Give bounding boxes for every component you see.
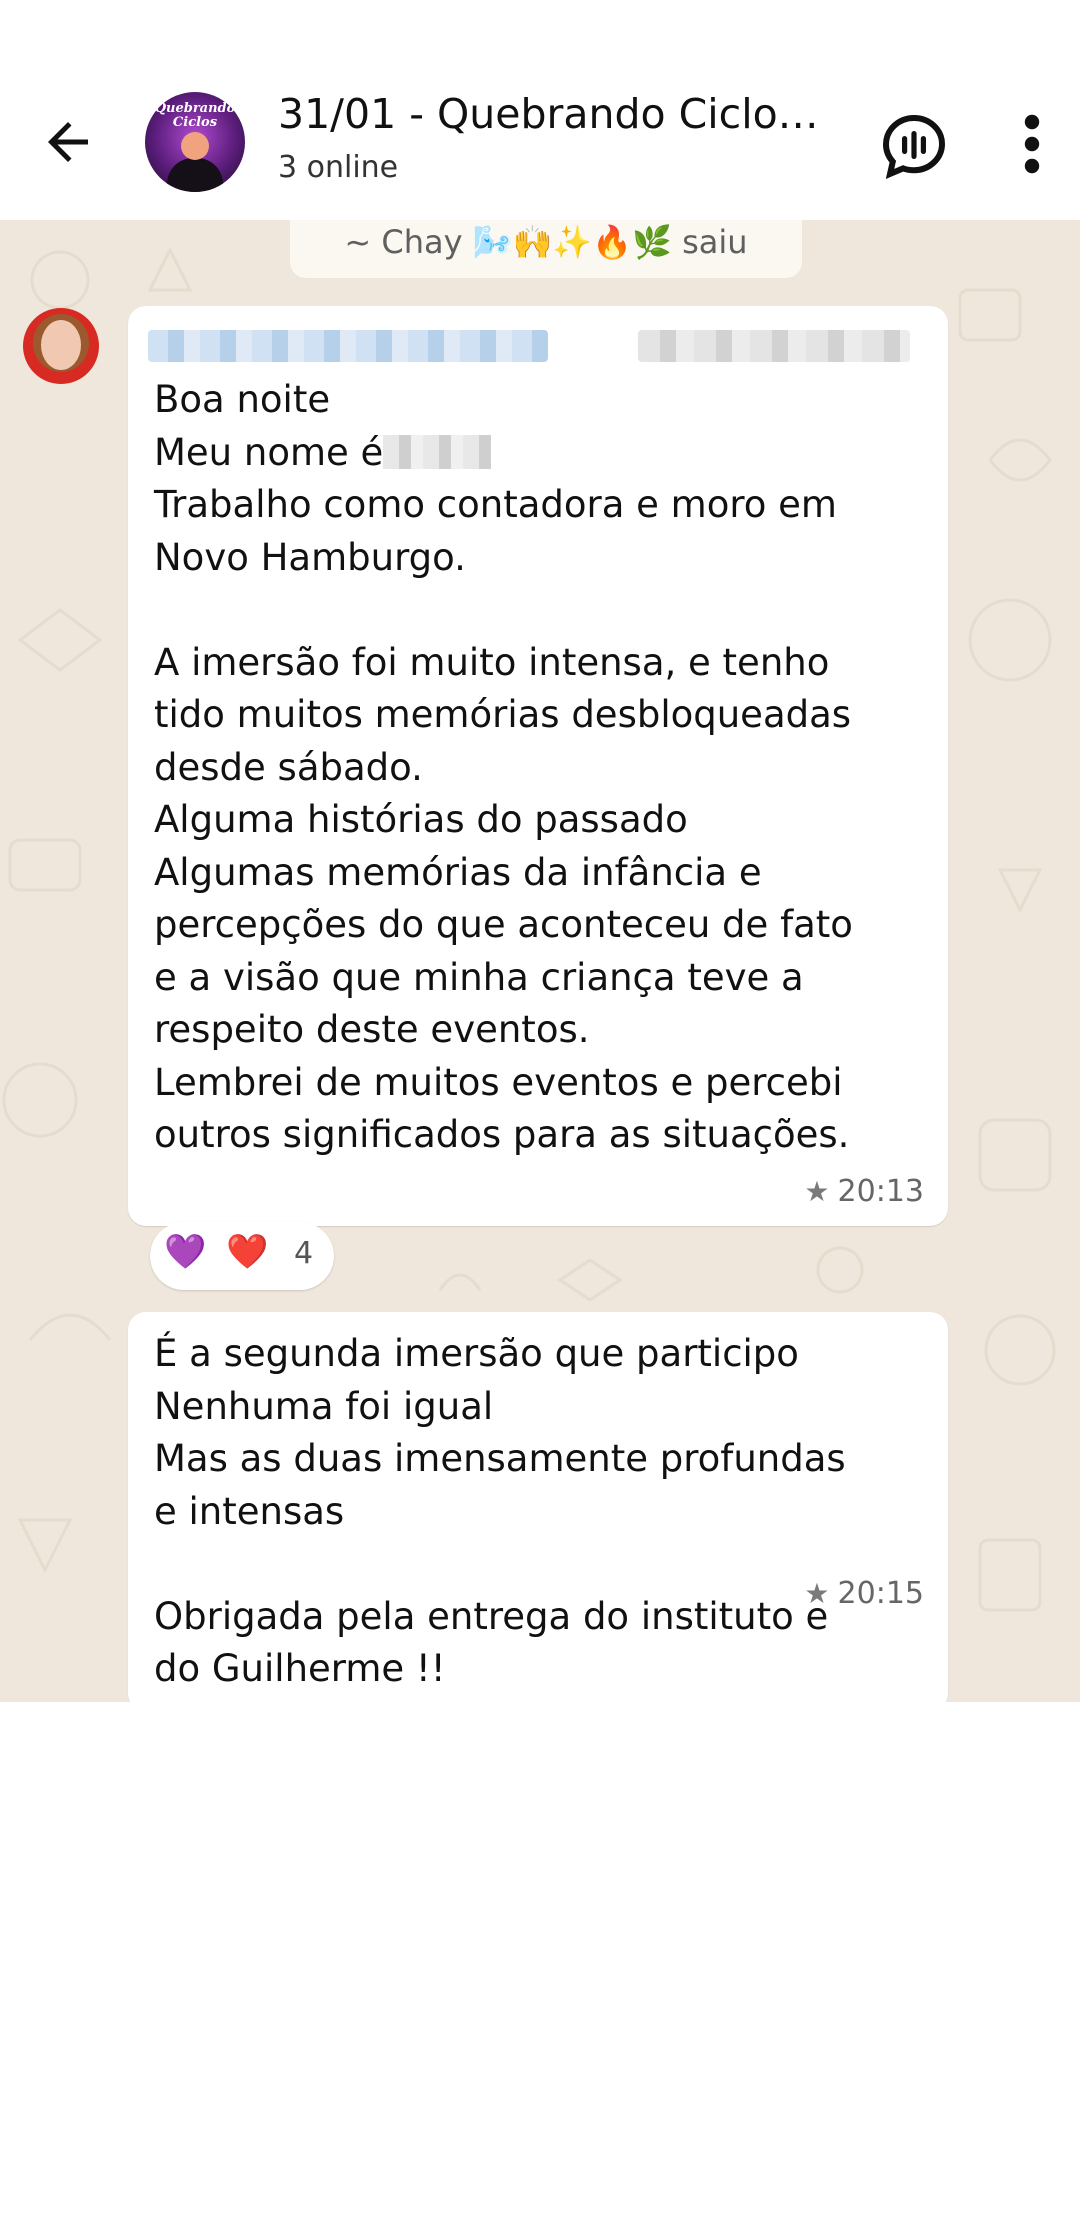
red-heart-emoji: ❤️ (226, 1232, 269, 1272)
message-text: Boa noite Meu nome é Trabalho como conta… (154, 374, 853, 1162)
chat-status: 3 online (278, 150, 399, 185)
more-vertical-icon[interactable] (1012, 112, 1052, 176)
chat-header: Quebrando Ciclos 31/01 - Quebrando Ciclo… (0, 0, 1080, 220)
message-time: 20:13 (837, 1174, 924, 1209)
sender-name-redacted (148, 330, 548, 362)
chat-title[interactable]: 31/01 - Quebrando Ciclo… (278, 90, 838, 138)
message-body: Trabalho como contadora e moro em Novo H… (154, 483, 853, 1156)
message-bubble[interactable]: É a segunda imersão que participo Nenhum… (128, 1312, 948, 1702)
reaction-count: 4 (294, 1236, 314, 1271)
message-name-line: Meu nome é (154, 430, 384, 474)
message-reactions[interactable]: 💜 ❤️ 4 (150, 1222, 334, 1290)
redacted-name (383, 434, 492, 469)
message-text: É a segunda imersão que participo Nenhum… (154, 1332, 846, 1690)
arrow-left-icon[interactable] (38, 112, 98, 172)
group-avatar[interactable]: Quebrando Ciclos (145, 92, 245, 192)
star-icon: ★ (804, 1577, 830, 1610)
message-meta: ★ 20:15 (804, 1576, 924, 1611)
system-message: ~ Chay 🌬️🙌✨🔥🌿 saiu (290, 220, 802, 278)
sender-phone-redacted (638, 330, 910, 362)
voice-chat-icon[interactable] (878, 110, 950, 182)
sender-avatar[interactable] (23, 308, 99, 384)
star-icon: ★ (804, 1175, 830, 1208)
avatar-logo-text: Quebrando Ciclos (154, 101, 236, 130)
message-time: 20:15 (837, 1576, 924, 1611)
chat-area[interactable]: ~ Chay 🌬️🙌✨🔥🌿 saiu Boa noite Meu nome é … (0, 220, 1080, 1702)
blank-area (0, 1702, 1080, 2224)
purple-heart-emoji: 💜 (164, 1232, 207, 1272)
message-meta: ★ 20:13 (804, 1174, 924, 1209)
message-bubble[interactable]: Boa noite Meu nome é Trabalho como conta… (128, 306, 948, 1226)
message-greeting: Boa noite (154, 378, 331, 421)
